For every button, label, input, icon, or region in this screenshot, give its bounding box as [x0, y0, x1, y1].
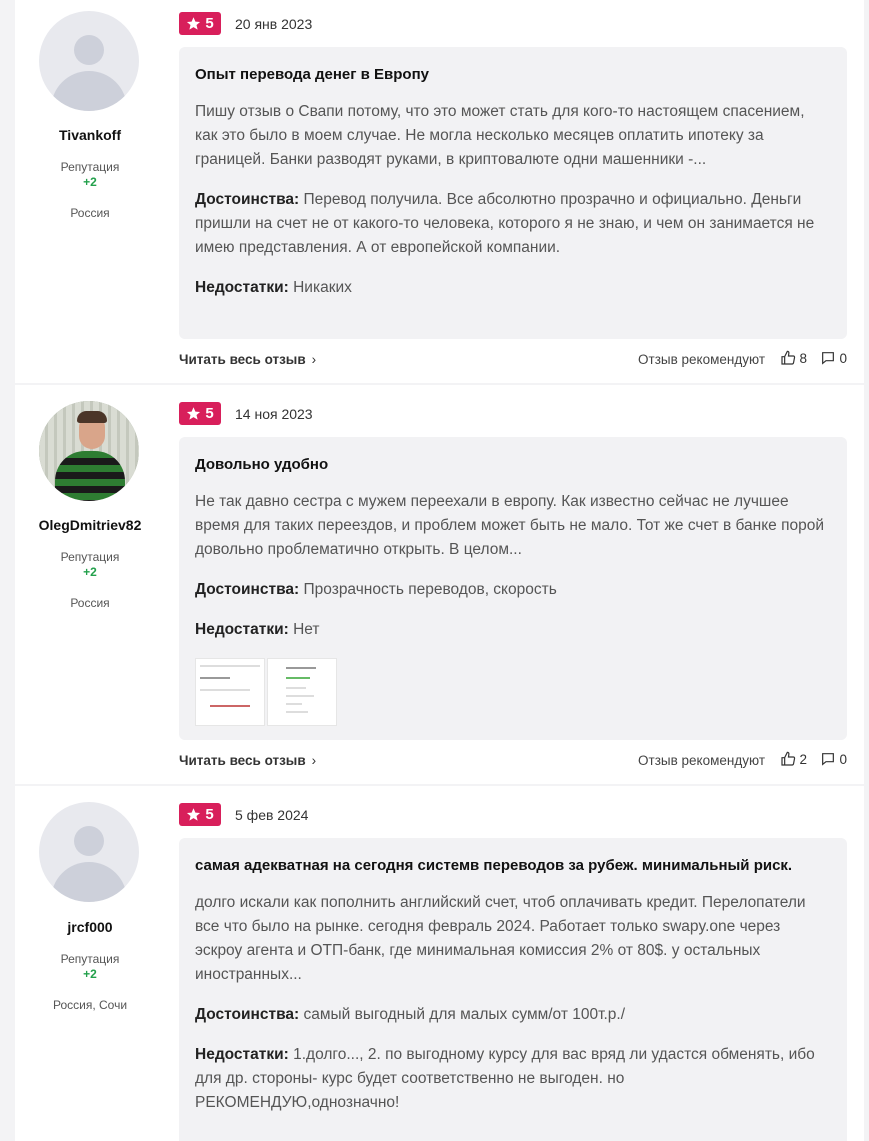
- comment-icon: [822, 753, 835, 766]
- review-item: Tivankoff Репутация +2 Россия 5 20 янв 2…: [15, 0, 864, 383]
- pros-label: Достоинства:: [195, 1006, 300, 1023]
- rating-badge: 5: [179, 12, 221, 35]
- default-avatar-icon[interactable]: [39, 11, 139, 111]
- review-text: Не так давно сестра с мужем переехали в …: [195, 493, 825, 558]
- author-nickname[interactable]: Tivankoff: [15, 127, 165, 143]
- like-count: 8: [799, 350, 807, 366]
- pros-text: самый выгодный для малых сумм/от 100т.р.…: [303, 1006, 626, 1023]
- default-avatar-icon[interactable]: [39, 802, 139, 902]
- rating-badge: 5: [179, 402, 221, 425]
- review-date: 20 янв 2023: [235, 16, 313, 32]
- review-card: Довольно удобно Не так давно сестра с му…: [179, 437, 847, 740]
- rating-value: 5: [205, 405, 214, 422]
- comment-button[interactable]: 0: [820, 751, 847, 767]
- reputation-value: +2: [83, 967, 97, 981]
- review-item: jrcf000 Репутация +2 Россия, Сочи 5 5 фе…: [15, 786, 864, 1141]
- star-icon: [187, 808, 201, 821]
- read-more-label: Читать весь отзыв: [179, 753, 306, 768]
- user-photo-avatar[interactable]: [39, 401, 139, 501]
- reviews-page: Tivankoff Репутация +2 Россия 5 20 янв 2…: [0, 0, 869, 1141]
- cons-label: Недостатки:: [195, 621, 289, 638]
- review-cons: Недостатки: 1.долго..., 2. по выгодному …: [195, 1043, 831, 1115]
- review-title[interactable]: Опыт перевода денег в Европу: [195, 65, 831, 84]
- cons-text: Никаких: [293, 279, 352, 296]
- review-pros: Достоинства: Перевод получила. Все абсол…: [195, 188, 831, 260]
- review-cons: Недостатки: Нет: [195, 618, 831, 642]
- read-more-link[interactable]: Читать весь отзыв ›: [179, 352, 316, 367]
- author-nickname[interactable]: OlegDmitriev82: [15, 517, 165, 533]
- review-footer: Читать весь отзыв › Отзыв рекомендуют 8 0: [179, 350, 847, 370]
- recommend-label: Отзыв рекомендуют: [638, 753, 765, 768]
- thumbs-up-icon: [781, 350, 796, 365]
- author-city: Россия: [70, 596, 110, 610]
- cons-label: Недостатки:: [195, 279, 289, 296]
- pros-label: Достоинства:: [195, 581, 300, 598]
- pros-text: Прозрачность переводов, скорость: [303, 581, 557, 598]
- review-item: OlegDmitriev82 Репутация +2 Россия 5 14 …: [15, 385, 864, 784]
- reputation-label: Репутация: [60, 550, 120, 564]
- chevron-right-icon: ›: [311, 753, 317, 768]
- read-more-label: Читать весь отзыв: [179, 352, 306, 367]
- review-images: [195, 658, 831, 726]
- like-count: 2: [799, 751, 807, 767]
- recommend-label: Отзыв рекомендуют: [638, 352, 765, 367]
- cons-label: Недостатки:: [195, 1046, 289, 1063]
- review-image-thumbnail[interactable]: [267, 658, 337, 726]
- cons-text: Нет: [293, 621, 320, 638]
- rating-value: 5: [205, 15, 214, 32]
- review-card: Опыт перевода денег в Европу Пишу отзыв …: [179, 47, 847, 339]
- author-city: Россия, Сочи: [52, 998, 128, 1012]
- review-title[interactable]: Довольно удобно: [195, 455, 831, 474]
- comment-count: 0: [839, 350, 847, 366]
- rating-value: 5: [205, 806, 214, 823]
- author-city: Россия: [70, 206, 110, 220]
- pros-label: Достоинства:: [195, 191, 300, 208]
- comment-button[interactable]: 0: [820, 350, 847, 366]
- comment-count: 0: [839, 751, 847, 767]
- reputation-value: +2: [83, 175, 97, 189]
- comment-icon: [822, 352, 835, 365]
- reputation-value: +2: [83, 565, 97, 579]
- star-icon: [187, 17, 201, 30]
- review-text: Пишу отзыв о Свапи потому, что это может…: [195, 103, 805, 168]
- thumbs-up-icon: [781, 751, 796, 766]
- review-cons: Недостатки: Никаких: [195, 276, 831, 300]
- review-card: самая адекватная на сегодня системв пере…: [179, 838, 847, 1141]
- read-more-link[interactable]: Читать весь отзыв ›: [179, 753, 316, 768]
- reputation-label: Репутация: [60, 952, 120, 966]
- rating-badge: 5: [179, 803, 221, 826]
- review-pros: Достоинства: самый выгодный для малых су…: [195, 1003, 831, 1027]
- review-date: 5 фев 2024: [235, 807, 309, 823]
- review-date: 14 ноя 2023: [235, 406, 313, 422]
- review-image-thumbnail[interactable]: [195, 658, 265, 726]
- review-footer: Читать весь отзыв › Отзыв рекомендуют 2 0: [179, 751, 847, 771]
- like-button[interactable]: 8: [780, 350, 807, 366]
- author-nickname[interactable]: jrcf000: [15, 919, 165, 935]
- review-text: долго искали как пополнить английский сч…: [195, 894, 806, 983]
- review-title[interactable]: самая адекватная на сегодня системв пере…: [195, 856, 831, 875]
- reputation-label: Репутация: [60, 160, 120, 174]
- star-icon: [187, 407, 201, 420]
- chevron-right-icon: ›: [311, 352, 317, 367]
- like-button[interactable]: 2: [780, 751, 807, 767]
- review-pros: Достоинства: Прозрачность переводов, ско…: [195, 578, 831, 602]
